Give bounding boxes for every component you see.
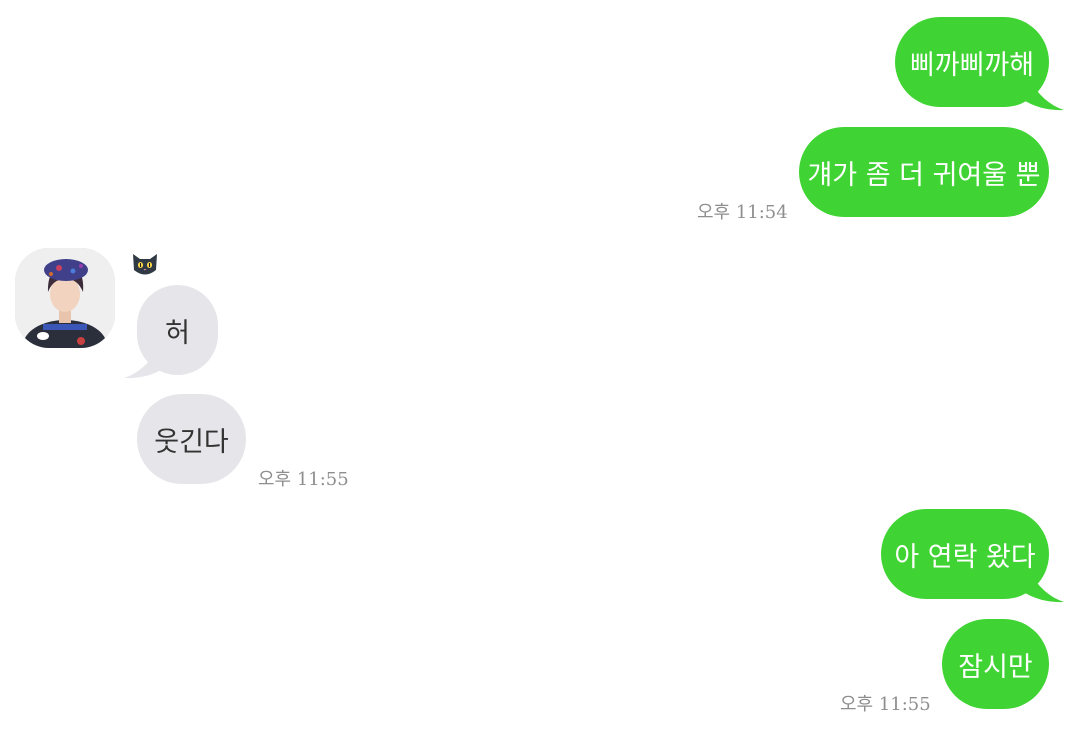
message-timestamp: 오후 11:54 bbox=[697, 202, 788, 223]
message-text: 삐까삐까해 bbox=[909, 49, 1035, 81]
message-bubble-incoming[interactable]: 웃긴다 bbox=[137, 394, 246, 484]
message-text: 웃긴다 bbox=[154, 426, 229, 458]
bubble-tail bbox=[1022, 569, 1064, 603]
message-text: 허 bbox=[165, 317, 190, 349]
bubble-tail bbox=[124, 345, 166, 379]
avatar[interactable] bbox=[15, 248, 115, 348]
message-bubble-outgoing[interactable]: 걔가 좀 더 귀여울 뿐 bbox=[799, 127, 1049, 217]
message-timestamp: 오후 11:55 bbox=[258, 469, 349, 490]
message-text: 걔가 좀 더 귀여울 뿐 bbox=[807, 159, 1041, 191]
profile-photo bbox=[15, 248, 115, 348]
message-text: 잠시만 bbox=[958, 651, 1033, 683]
message-bubble-outgoing[interactable]: 잠시만 bbox=[942, 619, 1049, 709]
black-cat-emoji-icon bbox=[133, 254, 157, 275]
message-text: 아 연락 왔다 bbox=[894, 541, 1036, 573]
bubble-tail bbox=[1022, 77, 1064, 111]
message-timestamp: 오후 11:55 bbox=[840, 694, 931, 715]
